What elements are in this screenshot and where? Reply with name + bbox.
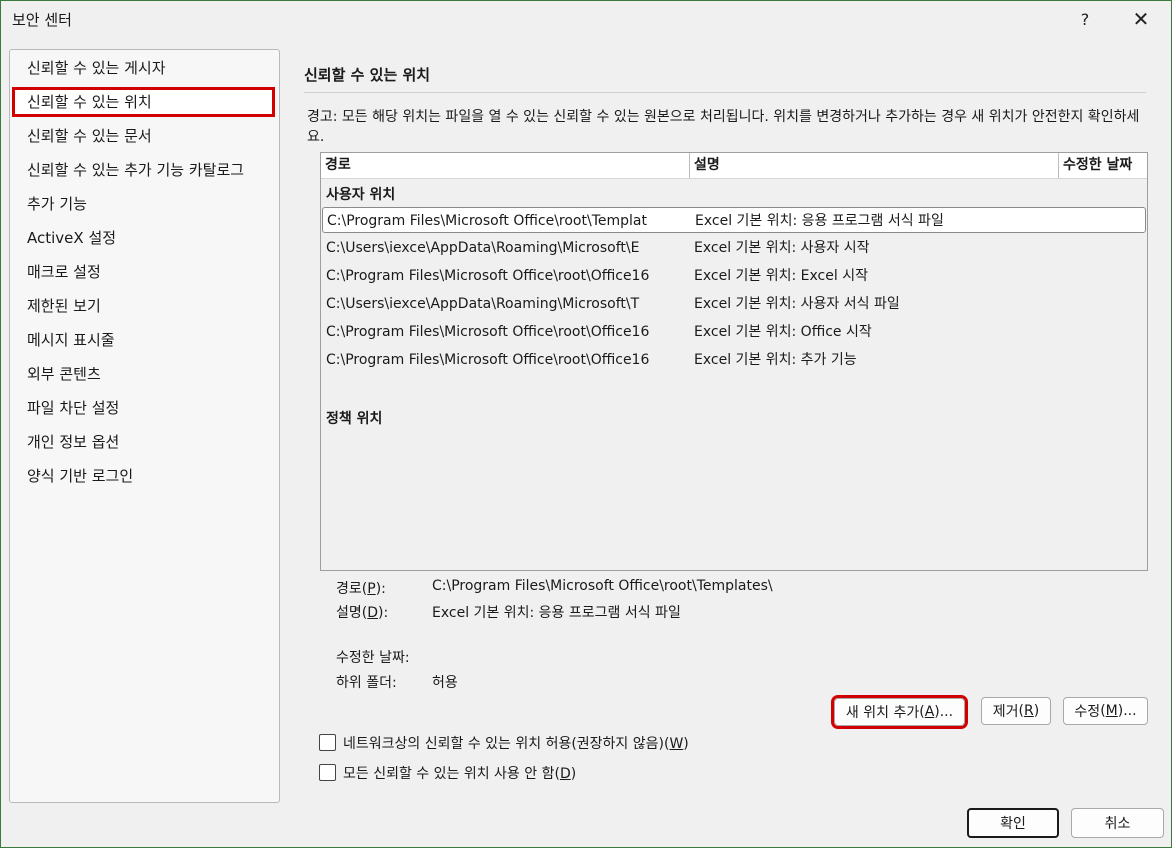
row-path: C:\Program Files\Microsoft Office\root\O… <box>326 324 650 340</box>
detail-subfolder-label: 하위 폴더: <box>336 675 397 691</box>
allow-network-locations-checkbox[interactable] <box>319 734 336 751</box>
sidebar-item-addins[interactable]: 추가 기능 <box>12 189 275 219</box>
column-header-modified[interactable]: 수정한 날짜 <box>1059 153 1147 178</box>
table-row[interactable]: C:\Program Files\Microsoft Office\root\O… <box>321 347 1147 373</box>
sidebar: 신뢰할 수 있는 게시자 신뢰할 수 있는 위치 신뢰할 수 있는 문서 신뢰할… <box>9 49 280 803</box>
add-new-location-button[interactable]: 새 위치 추가(A)... <box>831 695 968 729</box>
row-description: Excel 기본 위치: 사용자 시작 <box>694 240 870 256</box>
disable-all-locations-checkbox[interactable] <box>319 764 336 781</box>
detail-path-label: 경로(P): <box>336 581 386 597</box>
sidebar-item-trusted-addin-catalogs[interactable]: 신뢰할 수 있는 추가 기능 카탈로그 <box>12 155 275 185</box>
group-user-locations: 사용자 위치 <box>326 187 396 203</box>
group-policy-locations: 정책 위치 <box>326 411 383 427</box>
ok-button[interactable]: 확인 <box>967 808 1059 838</box>
sidebar-item-trusted-documents[interactable]: 신뢰할 수 있는 문서 <box>12 121 275 151</box>
row-path: C:\Users\iexce\AppData\Roaming\Microsoft… <box>326 296 640 312</box>
row-description: Excel 기본 위치: 사용자 서식 파일 <box>694 296 900 312</box>
column-header-path[interactable]: 경로 <box>321 153 690 178</box>
row-path: C:\Users\iexce\AppData\Roaming\Microsoft… <box>326 240 640 256</box>
table-row[interactable]: C:\Program Files\Microsoft Office\root\T… <box>322 207 1146 233</box>
cancel-button[interactable]: 취소 <box>1071 808 1164 838</box>
detail-modified-label: 수정한 날짜: <box>336 650 410 666</box>
sidebar-item-macro[interactable]: 매크로 설정 <box>12 257 275 287</box>
row-path: C:\Program Files\Microsoft Office\root\O… <box>326 352 650 368</box>
close-icon[interactable]: ✕ <box>1125 5 1157 33</box>
row-description: Excel 기본 위치: Excel 시작 <box>694 268 868 284</box>
warning-text: 경고: 모든 해당 위치는 파일을 열 수 있는 신뢰할 수 있는 원본으로 처… <box>307 109 1140 145</box>
detail-description-value: Excel 기본 위치: 응용 프로그램 서식 파일 <box>432 605 681 621</box>
sidebar-item-trusted-locations[interactable]: 신뢰할 수 있는 위치 <box>12 87 275 117</box>
page-title: 신뢰할 수 있는 위치 <box>304 66 431 84</box>
row-description: Excel 기본 위치: Office 시작 <box>694 324 872 340</box>
detail-description-label: 설명(D): <box>336 605 389 621</box>
sidebar-item-privacy[interactable]: 개인 정보 옵션 <box>12 427 275 457</box>
sidebar-item-file-block[interactable]: 파일 차단 설정 <box>12 393 275 423</box>
sidebar-item-message-bar[interactable]: 메시지 표시줄 <box>12 325 275 355</box>
trusted-locations-list[interactable]: 경로 설명 수정한 날짜 사용자 위치 C:\Program Files\Mic… <box>320 152 1148 571</box>
sidebar-item-activex[interactable]: ActiveX 설정 <box>12 223 275 253</box>
row-description: Excel 기본 위치: 추가 기능 <box>694 352 857 368</box>
detail-subfolder-value: 허용 <box>432 675 458 691</box>
trust-center-dialog: 보안 센터 ? ✕ 신뢰할 수 있는 게시자 신뢰할 수 있는 위치 신뢰할 수… <box>0 0 1172 848</box>
sidebar-item-external-content[interactable]: 외부 콘텐츠 <box>12 359 275 389</box>
detail-path-value: C:\Program Files\Microsoft Office\root\T… <box>432 578 773 594</box>
row-description: Excel 기본 위치: 응용 프로그램 서식 파일 <box>695 213 944 229</box>
row-path: C:\Program Files\Microsoft Office\root\T… <box>327 213 647 229</box>
window-title: 보안 센터 <box>12 11 72 29</box>
table-row[interactable]: C:\Program Files\Microsoft Office\root\O… <box>321 263 1147 289</box>
help-icon[interactable]: ? <box>1069 5 1101 33</box>
list-header: 경로 설명 수정한 날짜 <box>321 153 1147 179</box>
title-bar: 보안 센터 ? ✕ <box>1 1 1171 37</box>
modify-button[interactable]: 수정(M)... <box>1063 697 1148 725</box>
table-row[interactable]: C:\Users\iexce\AppData\Roaming\Microsoft… <box>321 235 1147 261</box>
sidebar-item-protected-view[interactable]: 제한된 보기 <box>12 291 275 321</box>
table-row[interactable]: C:\Program Files\Microsoft Office\root\O… <box>321 319 1147 345</box>
remove-button[interactable]: 제거(R) <box>981 697 1051 725</box>
title-divider <box>304 92 1146 93</box>
row-path: C:\Program Files\Microsoft Office\root\O… <box>326 268 650 284</box>
allow-network-locations-label[interactable]: 네트워크상의 신뢰할 수 있는 위치 허용(권장하지 않음)(W) <box>343 733 689 753</box>
sidebar-item-form-login[interactable]: 양식 기반 로그인 <box>12 461 275 491</box>
table-row[interactable]: C:\Users\iexce\AppData\Roaming\Microsoft… <box>321 291 1147 317</box>
column-header-description[interactable]: 설명 <box>690 153 1059 178</box>
sidebar-item-trusted-publishers[interactable]: 신뢰할 수 있는 게시자 <box>12 53 275 83</box>
disable-all-locations-label[interactable]: 모든 신뢰할 수 있는 위치 사용 안 함(D) <box>343 763 576 783</box>
